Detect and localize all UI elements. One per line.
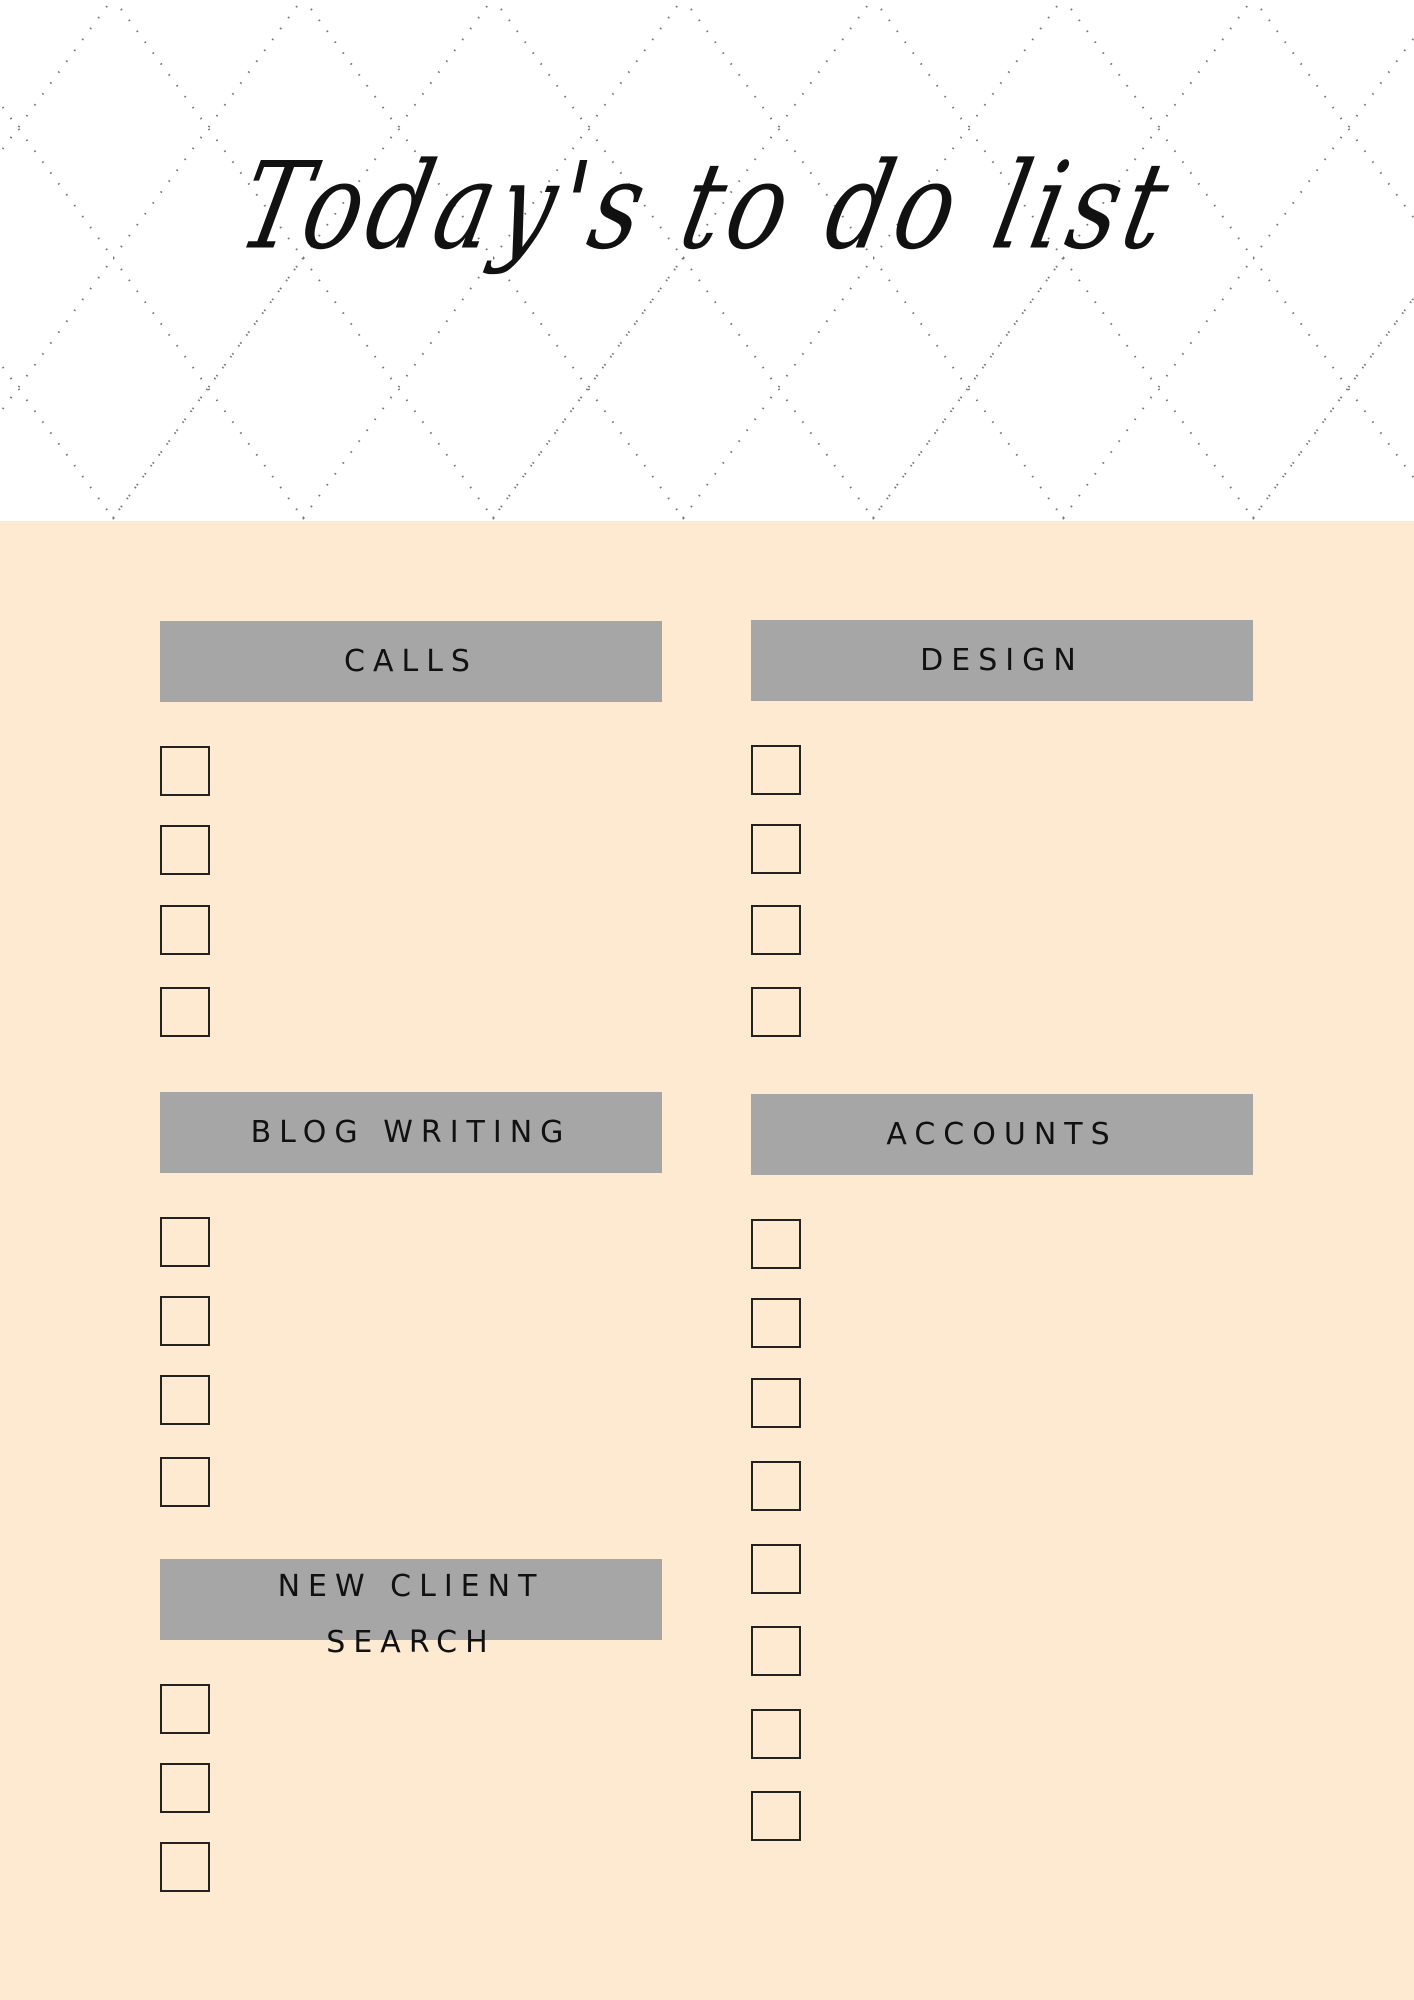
page-title: Today's to do list <box>228 136 1186 276</box>
checkbox-accounts-6[interactable] <box>751 1626 801 1676</box>
checkbox-new-client-search-3[interactable] <box>160 1842 210 1892</box>
checkbox-accounts-7[interactable] <box>751 1709 801 1759</box>
checkbox-blog-writing-4[interactable] <box>160 1457 210 1507</box>
checkbox-new-client-search-1[interactable] <box>160 1684 210 1734</box>
checkbox-calls-1[interactable] <box>160 746 210 796</box>
todo-body <box>0 521 1414 2000</box>
checkbox-accounts-8[interactable] <box>751 1791 801 1841</box>
section-header-accounts: ACCOUNTS <box>751 1094 1253 1175</box>
checkbox-accounts-1[interactable] <box>751 1219 801 1269</box>
checkbox-blog-writing-1[interactable] <box>160 1217 210 1267</box>
checkbox-blog-writing-3[interactable] <box>160 1375 210 1425</box>
section-header-calls: CALLS <box>160 621 662 702</box>
checkbox-design-4[interactable] <box>751 987 801 1037</box>
checkbox-accounts-3[interactable] <box>751 1378 801 1428</box>
checkbox-calls-4[interactable] <box>160 987 210 1037</box>
checkbox-calls-2[interactable] <box>160 825 210 875</box>
section-label: BLOG WRITING <box>250 1114 572 1150</box>
section-label: DESIGN <box>920 642 1084 678</box>
checkbox-design-3[interactable] <box>751 905 801 955</box>
section-label: NEW CLIENT SEARCH <box>277 1569 545 1660</box>
checkbox-design-1[interactable] <box>751 745 801 795</box>
section-header-design: DESIGN <box>751 620 1253 701</box>
checkbox-calls-3[interactable] <box>160 905 210 955</box>
checkbox-accounts-2[interactable] <box>751 1298 801 1348</box>
header-banner: Today's to do list <box>0 0 1414 521</box>
section-header-new-client-search: NEW CLIENT SEARCH <box>160 1559 662 1660</box>
checkbox-blog-writing-2[interactable] <box>160 1296 210 1346</box>
checkbox-design-2[interactable] <box>751 824 801 874</box>
checkbox-accounts-4[interactable] <box>751 1461 801 1511</box>
checkbox-new-client-search-2[interactable] <box>160 1763 210 1813</box>
section-label: ACCOUNTS <box>886 1116 1118 1152</box>
checkbox-accounts-5[interactable] <box>751 1544 801 1594</box>
section-header-blog-writing: BLOG WRITING <box>160 1092 662 1173</box>
section-label: CALLS <box>344 643 478 679</box>
